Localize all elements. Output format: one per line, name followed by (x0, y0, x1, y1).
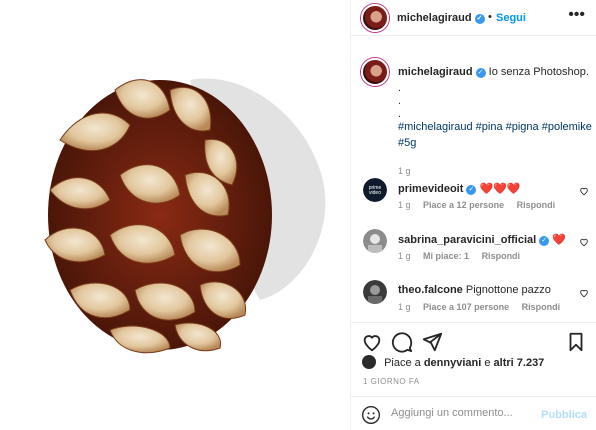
comment-like-heart-icon[interactable] (579, 237, 589, 247)
comment-like-heart-icon[interactable] (579, 288, 589, 298)
comment-likes[interactable]: Mi piace: 1 (423, 251, 469, 261)
post-header: michelagiraud ✓ • Segui ••• (351, 0, 596, 36)
liker-avatar[interactable] (362, 355, 376, 369)
likes-summary: Piace a dennyviani e altri 7.237 (362, 355, 544, 369)
comment-likes[interactable]: Piace a 12 persone (423, 200, 504, 210)
commenter-avatar[interactable] (363, 229, 387, 253)
paper-plane-icon[interactable] (421, 331, 443, 353)
likes-prefix: Piace a (384, 357, 421, 369)
comment-text: ❤️❤️❤️ (479, 183, 521, 195)
caption-text-block: michelagiraud ✓ Io senza Photoshop. . . .… (398, 64, 593, 179)
caption-text: Io senza Photoshop. (488, 66, 589, 78)
comment-username[interactable]: theo.falcone (398, 284, 463, 296)
commenter-avatar[interactable]: prime video (363, 178, 387, 202)
post-side-panel: michelagiraud ✓ • Segui ••• michelagiraud… (350, 0, 596, 430)
bookmark-icon[interactable] (565, 331, 587, 353)
caption-username[interactable]: michelagiraud (398, 66, 473, 78)
svg-text:video: video (369, 190, 381, 196)
caption-hashtags[interactable]: #michelagiraud #pina #pigna #polemike #5… (398, 119, 593, 151)
author-avatar[interactable] (361, 4, 389, 32)
more-options-icon[interactable]: ••• (568, 6, 585, 24)
add-comment-bar: Pubblica (351, 396, 596, 430)
liker-username[interactable]: dennyviani (424, 357, 481, 369)
comment-text: Pignottone pazzo (465, 284, 551, 296)
comment-like-heart-icon[interactable] (579, 186, 589, 196)
commenter-avatar[interactable] (363, 280, 387, 304)
caption-dot: . (398, 95, 402, 107)
comment-body: theo.falcone Pignottone pazzo (398, 284, 551, 296)
smiley-icon[interactable] (361, 405, 381, 425)
caption-avatar[interactable] (361, 58, 389, 86)
caption-dot: . (398, 82, 402, 94)
publish-button[interactable]: Pubblica (541, 409, 587, 421)
comment-item: sabrina_paravicini_official ✓ ❤️ 1 g Mi p… (351, 229, 596, 265)
post-date[interactable]: 1 GIORNO FA (363, 377, 420, 386)
author-username[interactable]: michelagiraud ✓ (397, 12, 485, 24)
comment-time[interactable]: 1 g (398, 302, 411, 312)
comment-meta: 1 g Piace a 12 persone Rispondi (398, 200, 565, 210)
action-bar (351, 322, 596, 358)
author-username-text[interactable]: michelagiraud (397, 12, 472, 24)
caption-dot: . (398, 108, 402, 120)
comment-time[interactable]: 1 g (398, 251, 411, 261)
verified-badge-icon: ✓ (475, 68, 486, 78)
comment-item: prime video primevideoit ✓ ❤️❤️❤️ 1 g Piac… (351, 178, 596, 214)
comment-body: primevideoit ✓ ❤️❤️❤️ (398, 182, 521, 195)
add-comment-input[interactable] (391, 407, 531, 419)
verified-badge-icon: ✓ (466, 185, 477, 195)
header-separator: • (488, 11, 492, 23)
comment-body: sabrina_paravicini_official ✓ ❤️ (398, 233, 566, 246)
comment-item: theo.falcone Pignottone pazzo 1 g Piace … (351, 280, 596, 316)
comment-likes[interactable]: Piace a 107 persone (423, 302, 509, 312)
reply-button[interactable]: Rispondi (482, 251, 521, 261)
comment-username[interactable]: primevideoit (398, 183, 463, 195)
comment-meta: 1 g Piace a 107 persone Rispondi (398, 302, 570, 312)
follow-button[interactable]: Segui (496, 12, 526, 24)
verified-badge-icon: ✓ (539, 236, 550, 246)
comment-text: ❤️ (552, 234, 566, 246)
heart-icon[interactable] (361, 331, 383, 353)
reply-button[interactable]: Rispondi (517, 200, 556, 210)
likes-conj: e (484, 357, 491, 369)
post-image[interactable] (0, 0, 350, 430)
comment-bubble-icon[interactable] (391, 331, 413, 353)
pinecone-photo (44, 78, 326, 354)
reply-button[interactable]: Rispondi (522, 302, 561, 312)
comment-time[interactable]: 1 g (398, 200, 411, 210)
comment-meta: 1 g Mi piace: 1 Rispondi (398, 251, 530, 261)
comment-username[interactable]: sabrina_paravicini_official (398, 234, 536, 246)
likes-others[interactable]: altri 7.237 (494, 357, 545, 369)
caption-timestamp[interactable]: 1 g (398, 163, 593, 179)
verified-badge-icon: ✓ (474, 14, 485, 24)
